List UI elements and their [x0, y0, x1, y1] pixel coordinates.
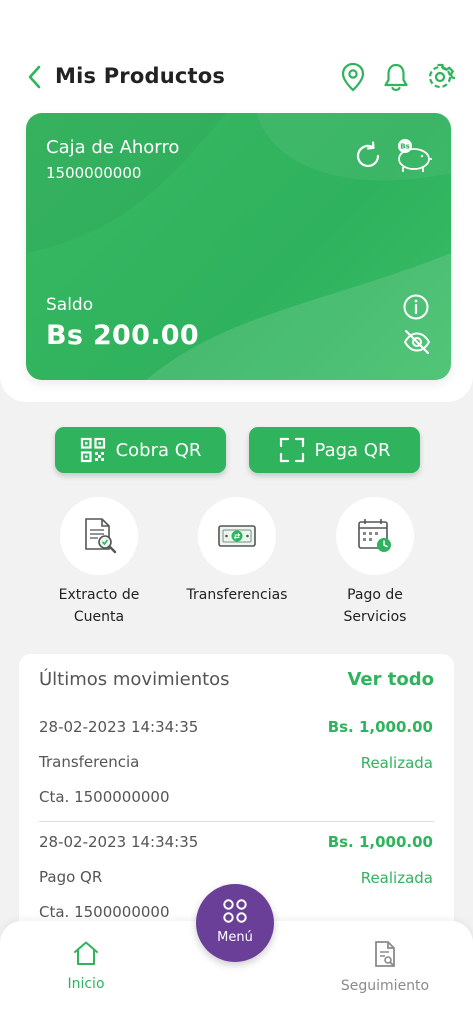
- info-icon[interactable]: [402, 293, 430, 321]
- statement-icon: [85, 518, 117, 554]
- cobra-qr-label: Cobra QR: [115, 439, 202, 461]
- movement-account: Cta. 1500000000: [39, 903, 170, 921]
- qr-code-icon: [80, 437, 105, 463]
- service-pago-servicios[interactable]: Pago de Servicios: [310, 497, 440, 628]
- back-chevron-icon[interactable]: [24, 63, 46, 91]
- page-title: Mis Productos: [55, 64, 226, 88]
- account-name: Caja de Ahorro: [46, 137, 180, 158]
- service-pago-label: Pago de Servicios: [310, 584, 440, 628]
- service-extracto[interactable]: Extracto de Cuenta: [34, 497, 164, 628]
- nav-seguimiento[interactable]: Seguimiento: [330, 939, 440, 994]
- view-all-link[interactable]: Ver todo: [347, 669, 434, 690]
- refresh-icon[interactable]: [353, 141, 383, 171]
- menu-fab-button[interactable]: Menú: [196, 884, 274, 962]
- movement-account: Cta. 1500000000: [39, 788, 170, 806]
- eye-off-icon[interactable]: [402, 329, 432, 355]
- menu-fab-label: Menú: [217, 930, 253, 945]
- location-pin-icon[interactable]: [338, 61, 368, 93]
- movement-type: Transferencia: [39, 753, 140, 771]
- nav-seguimiento-label: Seguimiento: [340, 978, 430, 994]
- movement-status: Realizada: [360, 869, 433, 887]
- movements-title: Últimos movimientos: [39, 669, 230, 690]
- balance-label: Saldo: [46, 295, 94, 315]
- gear-icon[interactable]: [425, 61, 455, 93]
- service-transferencias-label: Transferencias: [172, 584, 302, 606]
- menu-grid-icon: [223, 899, 247, 923]
- movement-date: 28-02-2023 14:34:35: [39, 833, 199, 851]
- service-pago-circle: [336, 497, 414, 575]
- nav-inicio[interactable]: Inicio: [55, 939, 117, 992]
- movement-item[interactable]: 28-02-2023 14:34:35 Bs. 1,000.00 Transfe…: [19, 718, 454, 830]
- movement-divider: [39, 821, 434, 822]
- service-extracto-line1: Extracto de: [58, 587, 140, 603]
- service-transferencias[interactable]: Transferencias: [172, 497, 302, 606]
- scan-frame-icon: [279, 437, 304, 463]
- bell-icon[interactable]: [381, 61, 411, 93]
- calendar-clock-icon: [358, 519, 391, 552]
- account-card[interactable]: Caja de Ahorro 1500000000 Bs Saldo Bs 20…: [26, 113, 451, 380]
- piggy-badge-text: Bs: [400, 143, 410, 151]
- home-icon: [74, 941, 98, 965]
- movement-amount: Bs. 1,000.00: [327, 718, 433, 736]
- movement-status: Realizada: [360, 754, 433, 772]
- service-extracto-circle: [60, 497, 138, 575]
- service-transferencias-line1: Transferencias: [186, 587, 288, 603]
- document-search-icon: [375, 941, 395, 967]
- service-pago-line2: Servicios: [343, 609, 407, 625]
- service-extracto-label: Extracto de Cuenta: [34, 584, 164, 628]
- paga-qr-button[interactable]: Paga QR: [249, 427, 420, 473]
- service-extracto-line2: Cuenta: [73, 609, 125, 625]
- account-number: 1500000000: [46, 164, 142, 182]
- balance-amount: Bs 200.00: [46, 320, 199, 351]
- cobra-qr-button[interactable]: Cobra QR: [55, 427, 226, 473]
- service-transferencias-circle: [198, 497, 276, 575]
- nav-inicio-label: Inicio: [67, 976, 105, 992]
- header: Mis Productos: [0, 55, 473, 99]
- movement-amount: Bs. 1,000.00: [327, 833, 433, 851]
- money-transfer-icon: [218, 525, 256, 547]
- piggy-bank-icon: Bs: [398, 139, 432, 172]
- paga-qr-label: Paga QR: [314, 439, 391, 461]
- service-pago-line1: Pago de: [347, 587, 403, 603]
- movement-type: Pago QR: [39, 868, 103, 886]
- movement-date: 28-02-2023 14:34:35: [39, 718, 199, 736]
